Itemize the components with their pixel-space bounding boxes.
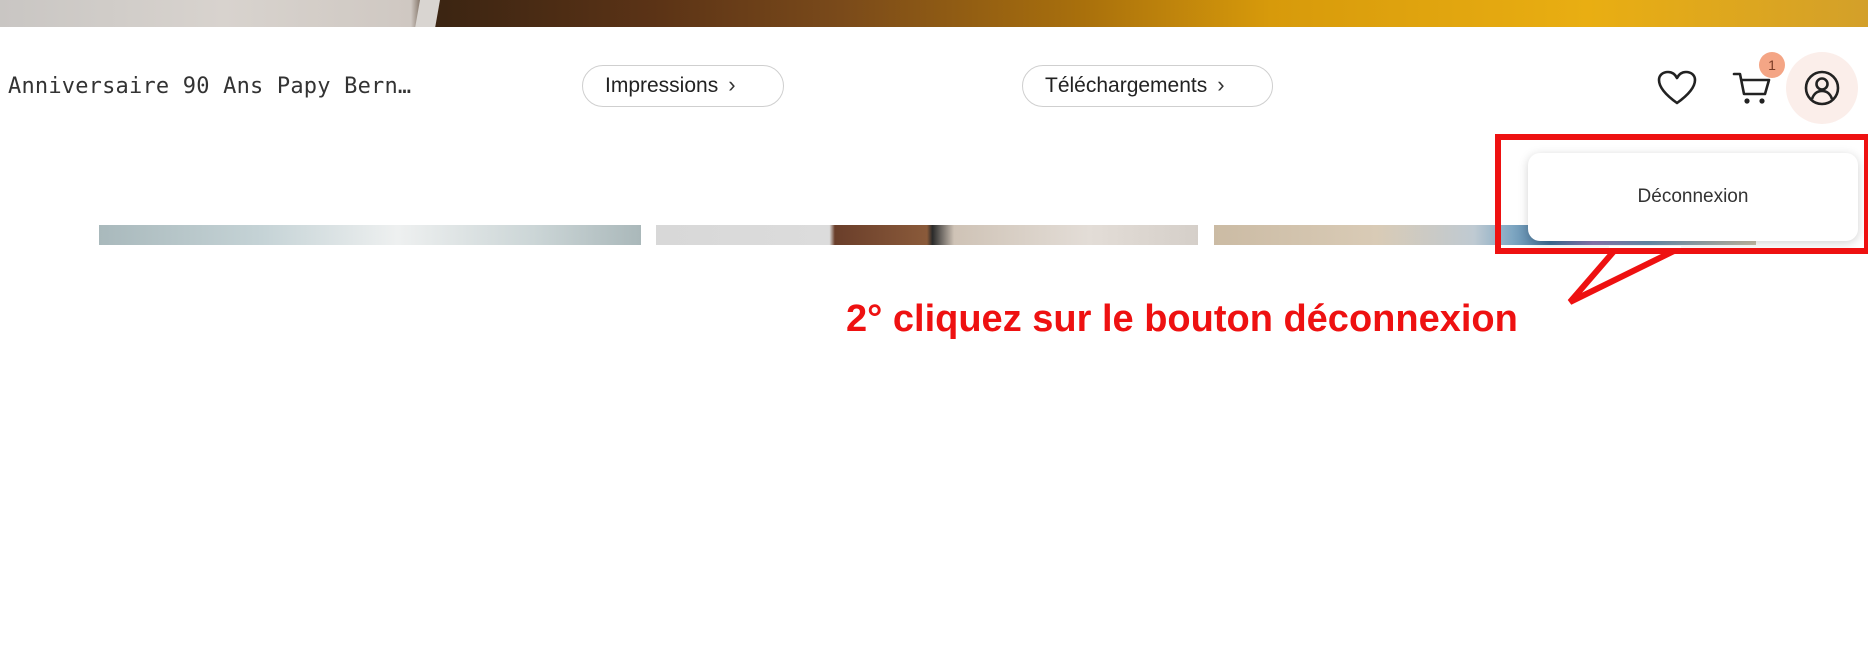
annotation-instruction: 2° cliquez sur le bouton déconnexion: [846, 298, 1518, 340]
annotation-highlight-box: [1495, 134, 1868, 254]
